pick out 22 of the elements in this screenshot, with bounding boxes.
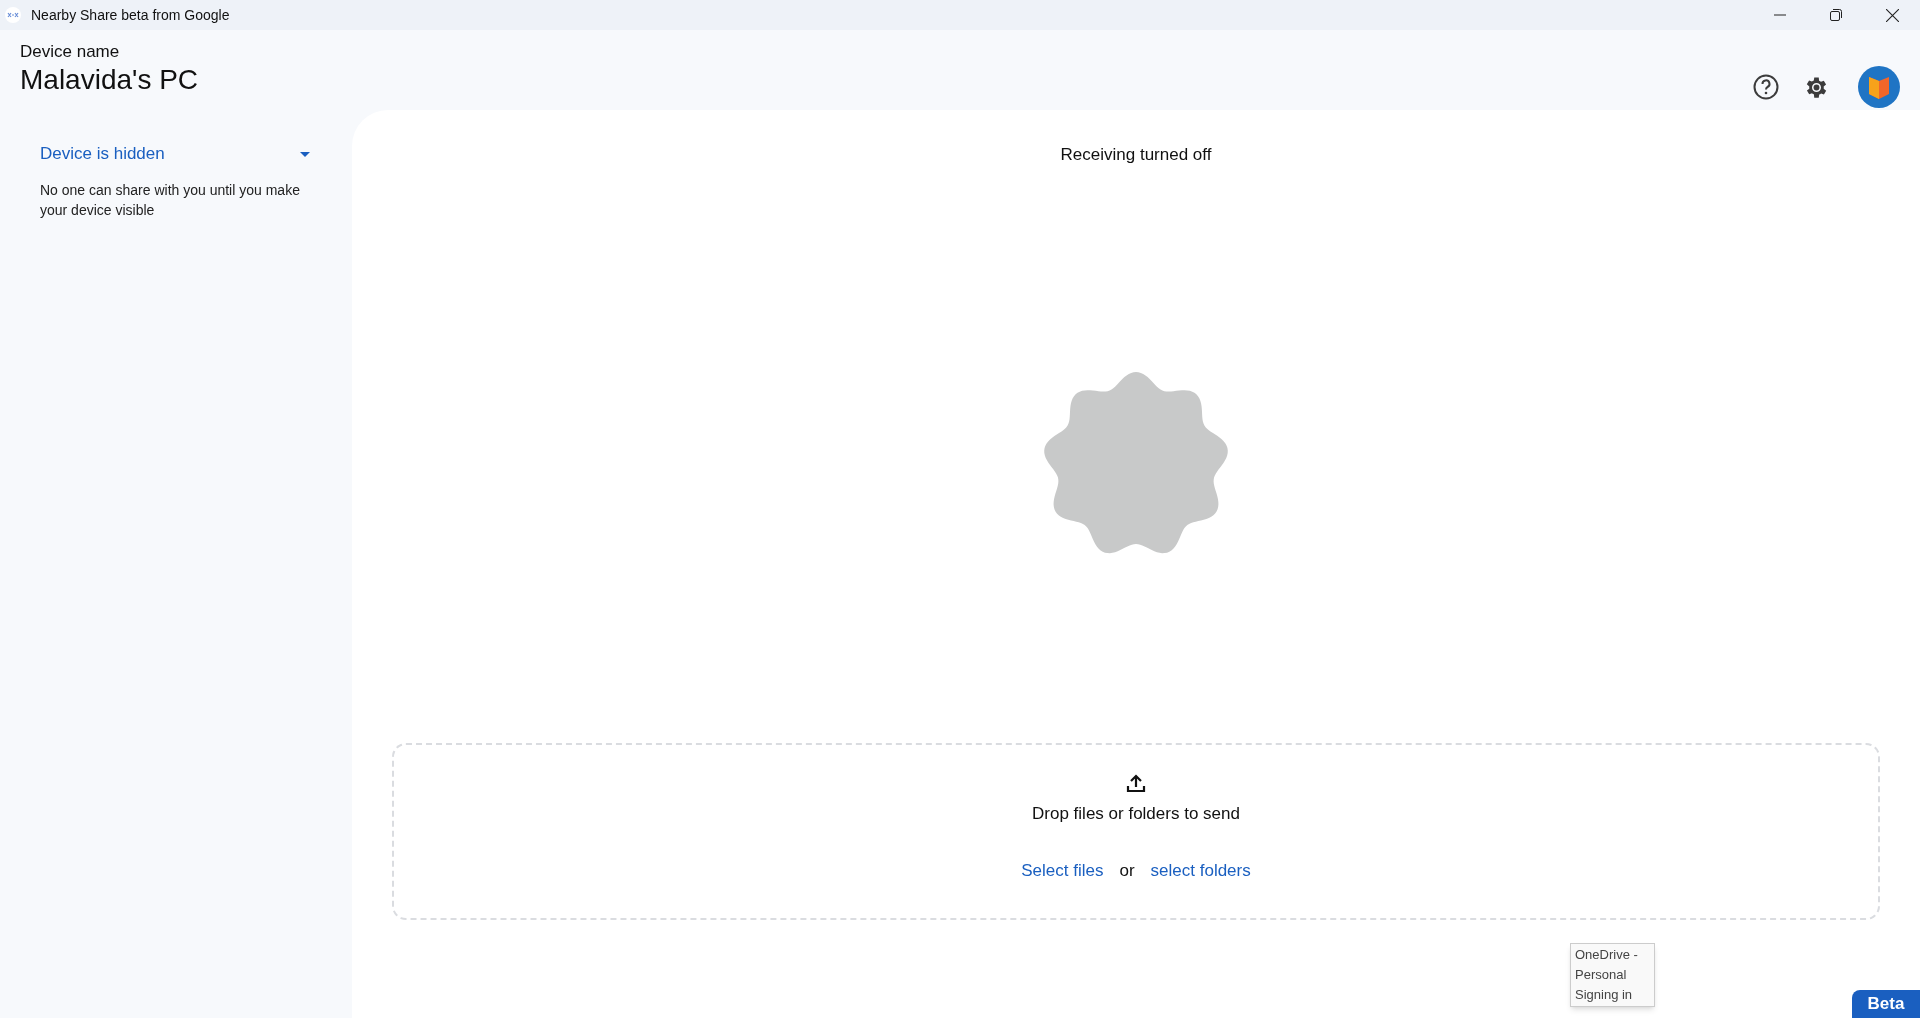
help-icon [1753, 74, 1779, 100]
select-folders-link[interactable]: select folders [1150, 858, 1251, 884]
beta-badge: Beta [1852, 990, 1920, 1018]
close-icon [1885, 8, 1899, 22]
app-icon [5, 7, 21, 23]
receiving-status: Receiving turned off [1060, 144, 1212, 166]
tooltip: OneDrive - Personal Signing in [1570, 943, 1655, 1007]
minimize-icon [1774, 14, 1786, 16]
account-avatar[interactable] [1858, 66, 1900, 108]
visibility-dropdown[interactable]: Device is hidden [40, 140, 312, 168]
help-button[interactable] [1752, 73, 1780, 101]
separator-text: or [1119, 860, 1135, 882]
select-files-link[interactable]: Select files [1021, 858, 1104, 884]
window-title: Nearby Share beta from Google [31, 5, 230, 25]
device-name: Malavida's PC [20, 63, 199, 97]
device-name-label: Device name [20, 42, 121, 62]
book-logo-icon [1868, 74, 1890, 100]
drop-zone[interactable]: Drop files or folders to send Select files or select folders [392, 742, 1880, 920]
visibility-description: No one can share with you until you make your device visible [40, 181, 301, 220]
upload-icon [1126, 772, 1146, 793]
restore-icon [1830, 9, 1842, 21]
drop-prompt: Drop files or folders to send [1032, 802, 1240, 825]
